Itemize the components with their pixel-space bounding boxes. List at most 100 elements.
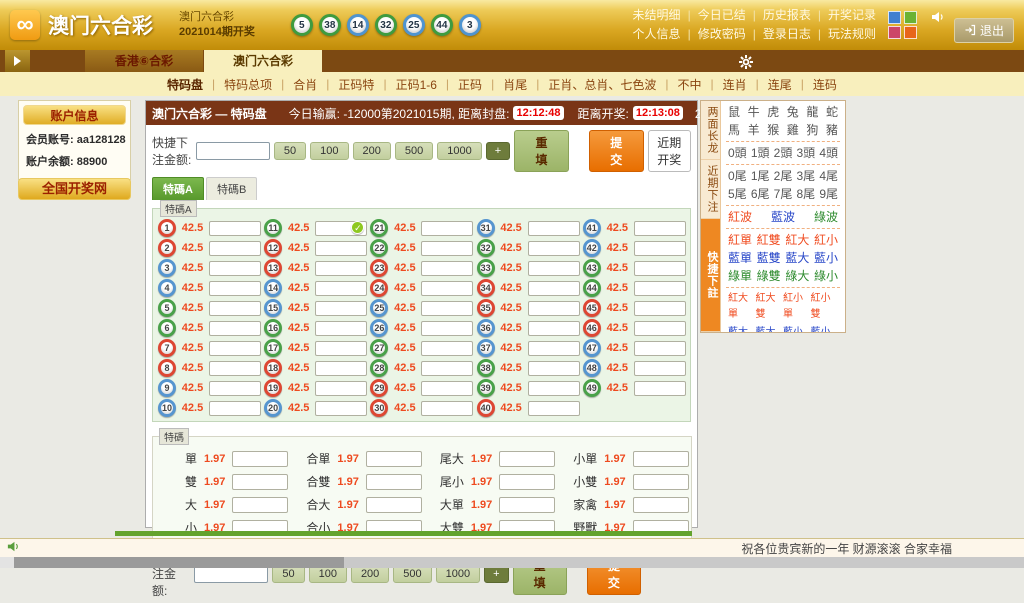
quick-bet-link[interactable]: 藍大雙 bbox=[756, 325, 784, 332]
quick-bet-link[interactable]: 藍波 bbox=[771, 209, 795, 225]
bet-amount-input[interactable] bbox=[209, 261, 261, 276]
quick-bet-link[interactable]: 藍大單 bbox=[728, 325, 756, 332]
quick-bet-link[interactable]: 4頭 bbox=[819, 145, 838, 161]
quick-amount-button[interactable]: 500 bbox=[395, 142, 433, 160]
right-sidebar-tab[interactable]: 两面长龙 bbox=[701, 101, 720, 160]
quick-bet-link[interactable]: 1頭 bbox=[751, 145, 770, 161]
tab-special-a[interactable]: 特碼A bbox=[152, 177, 204, 200]
right-sidebar-tab[interactable]: 近期下注 bbox=[701, 160, 720, 219]
quick-bet-link[interactable]: 0頭 bbox=[728, 145, 747, 161]
bet-amount-input[interactable] bbox=[366, 497, 422, 513]
quick-amount-button[interactable]: 50 bbox=[274, 142, 306, 160]
bet-amount-input[interactable] bbox=[528, 341, 580, 356]
bet-amount-input[interactable] bbox=[366, 451, 422, 467]
bet-amount-input[interactable] bbox=[421, 221, 473, 236]
nav-item[interactable]: 正码1-6 bbox=[396, 76, 437, 93]
quick-bet-link[interactable]: 紅小單 bbox=[783, 291, 811, 323]
quick-bet-link[interactable]: 藍大 bbox=[785, 250, 809, 266]
quick-bet-link[interactable]: 虎 bbox=[767, 104, 779, 120]
quick-bet-link[interactable]: 紅小雙 bbox=[811, 291, 839, 323]
quick-bet-link[interactable]: 狗 bbox=[806, 122, 818, 138]
tab-hongkong-lottery[interactable]: 香港⑥合彩 bbox=[85, 50, 203, 72]
bet-amount-input[interactable] bbox=[634, 301, 686, 316]
bet-amount-input[interactable] bbox=[421, 281, 473, 296]
quick-bet-link[interactable]: 紅大 bbox=[785, 232, 809, 248]
quick-bet-link[interactable]: 兔 bbox=[787, 104, 799, 120]
quick-bet-link[interactable]: 6尾 bbox=[751, 186, 770, 202]
quick-bet-link[interactable]: 豬 bbox=[826, 122, 838, 138]
bet-amount-input[interactable] bbox=[528, 281, 580, 296]
right-sidebar-tab[interactable]: 快捷下註 bbox=[701, 219, 720, 332]
bet-amount-input[interactable] bbox=[209, 401, 261, 416]
bet-amount-input[interactable] bbox=[421, 321, 473, 336]
bet-amount-input[interactable] bbox=[366, 474, 422, 490]
color-square[interactable] bbox=[888, 26, 901, 39]
bet-amount-input[interactable] bbox=[421, 381, 473, 396]
bet-amount-input[interactable] bbox=[232, 451, 288, 467]
quick-bet-link[interactable]: 綠大 bbox=[785, 268, 809, 284]
bet-amount-input[interactable] bbox=[634, 221, 686, 236]
quick-bet-link[interactable]: 藍單 bbox=[728, 250, 752, 266]
plus-button[interactable]: + bbox=[486, 142, 510, 160]
bet-amount-input[interactable] bbox=[634, 341, 686, 356]
header-link[interactable]: 个人信息 bbox=[633, 27, 681, 41]
bet-amount-input[interactable] bbox=[528, 361, 580, 376]
quick-bet-link[interactable]: 雞 bbox=[787, 122, 799, 138]
speaker-icon[interactable] bbox=[930, 9, 946, 28]
header-link[interactable]: 修改密码 bbox=[698, 27, 746, 41]
bet-amount-input[interactable] bbox=[633, 474, 689, 490]
bet-amount-input[interactable] bbox=[634, 321, 686, 336]
bet-amount-input[interactable] bbox=[315, 281, 367, 296]
quick-amount-button[interactable]: 1000 bbox=[437, 142, 481, 160]
nav-item[interactable]: 连尾 bbox=[768, 76, 792, 93]
tab-macau-lottery[interactable]: 澳门六合彩 bbox=[204, 50, 322, 72]
collapse-arrow-button[interactable] bbox=[5, 50, 30, 72]
bet-amount-input[interactable] bbox=[421, 301, 473, 316]
quick-amount-button[interactable]: 200 bbox=[353, 142, 391, 160]
quick-bet-link[interactable]: 鼠 bbox=[728, 104, 740, 120]
quick-bet-link[interactable]: 龍 bbox=[806, 104, 818, 120]
bet-amount-input[interactable] bbox=[528, 261, 580, 276]
bet-amount-input[interactable] bbox=[315, 381, 367, 396]
quick-bet-link[interactable]: 紅大雙 bbox=[756, 291, 784, 323]
nav-item[interactable]: 正码特 bbox=[338, 76, 374, 93]
bet-amount-input[interactable] bbox=[315, 401, 367, 416]
bet-amount-input[interactable] bbox=[209, 221, 261, 236]
quick-bet-link[interactable]: 紅波 bbox=[728, 209, 752, 225]
header-link[interactable]: 未结明细 bbox=[633, 8, 681, 22]
bet-amount-input[interactable] bbox=[232, 474, 288, 490]
header-link[interactable]: 玩法规则 bbox=[828, 27, 876, 41]
nav-item[interactable]: 合肖 bbox=[293, 76, 317, 93]
quick-bet-link[interactable]: 藍小雙 bbox=[811, 325, 839, 332]
scrollbar-thumb[interactable] bbox=[14, 557, 344, 568]
bet-amount-input[interactable] bbox=[421, 401, 473, 416]
color-square[interactable] bbox=[888, 11, 901, 24]
quick-bet-link[interactable]: 3尾 bbox=[796, 168, 815, 184]
submit-button[interactable]: 提交 bbox=[589, 130, 644, 172]
bet-amount-input[interactable] bbox=[634, 361, 686, 376]
quick-bet-link[interactable]: 馬 bbox=[728, 122, 740, 138]
header-link[interactable]: 开奖记录 bbox=[828, 8, 876, 22]
nav-item[interactable]: 肖尾 bbox=[503, 76, 527, 93]
bet-amount-input[interactable] bbox=[209, 321, 261, 336]
bet-amount-input[interactable] bbox=[315, 341, 367, 356]
quick-bet-link[interactable]: 8尾 bbox=[796, 186, 815, 202]
bet-amount-input[interactable] bbox=[209, 361, 261, 376]
bet-amount-input[interactable] bbox=[421, 341, 473, 356]
nav-item[interactable]: 不中 bbox=[677, 76, 701, 93]
nav-item[interactable]: 正肖、总肖、七色波 bbox=[548, 76, 656, 93]
bet-amount-input[interactable] bbox=[528, 321, 580, 336]
quick-bet-link[interactable]: 綠波 bbox=[814, 209, 838, 225]
nav-item[interactable]: 正码 bbox=[458, 76, 482, 93]
header-link[interactable]: 登录日志 bbox=[763, 27, 811, 41]
bet-amount-input[interactable] bbox=[633, 497, 689, 513]
quick-bet-link[interactable]: 牛 bbox=[748, 104, 760, 120]
horizontal-scrollbar[interactable] bbox=[0, 557, 1024, 568]
color-square[interactable] bbox=[904, 11, 917, 24]
color-square[interactable] bbox=[904, 26, 917, 39]
bet-amount-input[interactable] bbox=[421, 241, 473, 256]
bet-amount-input[interactable] bbox=[315, 301, 367, 316]
recent-draws-button[interactable]: 近期开奖 bbox=[648, 130, 691, 172]
quick-bet-link[interactable]: 藍小 bbox=[814, 250, 838, 266]
bet-amount-input[interactable] bbox=[528, 381, 580, 396]
